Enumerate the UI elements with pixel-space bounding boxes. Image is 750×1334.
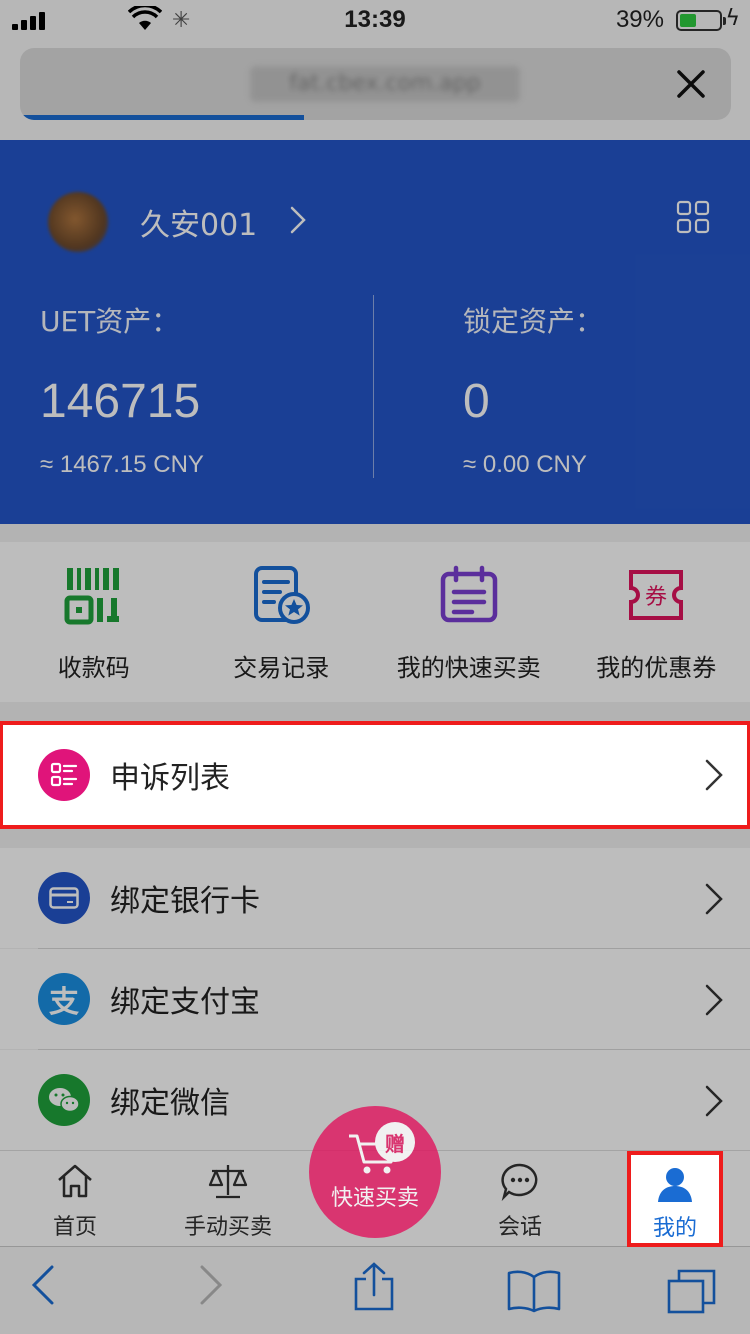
locked-asset-cny: ≈ 0.00 CNY (463, 451, 587, 478)
chevron-right-icon (705, 883, 723, 915)
alipay-glyph: 支 (49, 985, 79, 1020)
bank-card-icon (38, 872, 90, 924)
appeal-list-icon (38, 749, 90, 801)
shortcut-label: 我的快速买卖 (396, 654, 541, 682)
avatar[interactable] (48, 192, 108, 252)
page-load-progress (20, 115, 305, 120)
gift-badge: 赠 (375, 1122, 415, 1162)
grid-menu-icon[interactable] (676, 200, 710, 234)
bookmarks-icon[interactable] (506, 1269, 562, 1313)
forward-icon[interactable] (198, 1263, 224, 1307)
tabs-icon[interactable] (666, 1267, 718, 1315)
scale-icon (208, 1165, 248, 1199)
list-item-label: 绑定支付宝 (110, 985, 260, 1020)
qr-code-icon (64, 568, 119, 625)
shortcut-label: 交易记录 (233, 654, 330, 682)
charging-icon: ϟ (725, 6, 740, 31)
address-bar[interactable]: fat.cbex.com.app (20, 48, 731, 120)
chevron-right-icon (705, 984, 723, 1016)
tab-label: 会话 (497, 1215, 542, 1240)
quick-trade-button[interactable]: 赠 快速买卖 (309, 1106, 441, 1238)
coupon-badge-text: 券 (645, 585, 667, 610)
chevron-right-icon (705, 1085, 723, 1117)
list-item-bind-alipay[interactable]: 支 绑定支付宝 (0, 949, 750, 1049)
locked-asset: 锁定资产： 0 ≈ 0.00 CNY (463, 300, 603, 479)
tab-label: 手动买卖 (183, 1215, 272, 1240)
uet-asset: UET资产： 146715 ≈ 1467.15 CNY (40, 300, 204, 479)
browser-header: fat.cbex.com.app (0, 40, 750, 140)
list-item-label: 绑定银行卡 (110, 884, 260, 919)
tab-label: 首页 (52, 1215, 97, 1240)
tab-manual-trade[interactable]: 手动买卖 (153, 1151, 303, 1247)
quick-trade-label: 快速买卖 (330, 1186, 419, 1211)
shortcut-row: 收款码 交易记录 我的快速买卖 券 我的优惠券 (0, 542, 750, 702)
uet-asset-value: 146715 (40, 375, 201, 428)
chevron-right-icon (705, 759, 723, 791)
tab-chat[interactable]: 会话 (445, 1151, 595, 1247)
wechat-icon (38, 1074, 90, 1126)
tab-home[interactable]: 首页 (0, 1151, 150, 1247)
asset-divider (373, 295, 374, 478)
user-icon (658, 1168, 692, 1202)
shortcut-label: 我的优惠券 (596, 654, 717, 682)
battery-percent: 39% (615, 6, 664, 33)
shortcut-receive-code[interactable]: 收款码 (0, 542, 188, 702)
chevron-right-icon[interactable] (288, 204, 308, 236)
tab-me-highlight[interactable]: 我的 (627, 1151, 723, 1247)
list-item-appeal-list[interactable]: 申诉列表 (0, 721, 750, 829)
back-icon[interactable] (30, 1263, 56, 1307)
calendar-list-icon (440, 565, 497, 623)
coupon-icon: 券 (629, 570, 684, 620)
shortcut-my-coupon[interactable]: 券 我的优惠券 (563, 542, 750, 702)
shortcut-my-quick-trade[interactable]: 我的快速买卖 (375, 542, 563, 702)
chat-bubble-icon (501, 1163, 538, 1201)
browser-toolbar (0, 1246, 750, 1334)
close-icon[interactable] (669, 62, 713, 106)
uet-asset-cny: ≈ 1467.15 CNY (40, 451, 204, 478)
share-icon[interactable] (352, 1261, 396, 1313)
list-item-label: 绑定微信 (110, 1086, 230, 1121)
account-header: 久安001 UET资产： 146715 ≈ 1467.15 CNY 锁定资产： … (0, 140, 750, 524)
list-item-bind-bank-card[interactable]: 绑定银行卡 (0, 848, 750, 948)
locked-asset-label: 锁定资产： (463, 305, 604, 338)
tab-me-label: 我的 (652, 1216, 697, 1241)
battery-icon (676, 10, 726, 31)
shortcut-trade-record[interactable]: 交易记录 (188, 542, 376, 702)
alipay-icon: 支 (38, 973, 90, 1025)
home-icon (58, 1164, 92, 1198)
locked-asset-value: 0 (463, 375, 490, 428)
url-text: fat.cbex.com.app (250, 66, 520, 102)
shortcut-label: 收款码 (57, 654, 130, 682)
record-icon (254, 566, 311, 624)
list-item-label: 申诉列表 (110, 761, 230, 796)
uet-asset-label: UET资产： (40, 305, 180, 338)
username[interactable]: 久安001 (140, 200, 257, 244)
status-bar: ✳ 13:39 39% ϟ (0, 0, 750, 40)
